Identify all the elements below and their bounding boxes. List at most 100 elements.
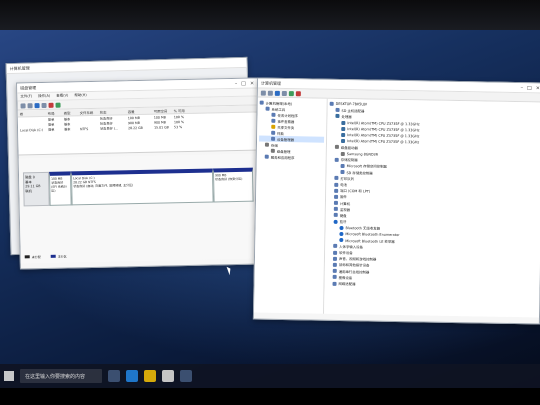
navigation-tree: 计算机管理(本地) 系统工具 任务计划程序 事件查看器 共享文件夹 性能 设备管… (254, 97, 328, 314)
close-icon[interactable]: × (250, 80, 254, 86)
properties-icon[interactable] (274, 90, 280, 96)
col-free[interactable]: 可用空间 (154, 108, 174, 113)
computer-icon (259, 100, 264, 105)
legend-primary: 主分区 (50, 254, 67, 259)
disk-legend: 未分配 主分区 (24, 254, 67, 260)
device-icon (332, 262, 337, 267)
device-icon (333, 250, 338, 255)
device-icon (335, 108, 340, 113)
col-volume[interactable]: 卷 (18, 110, 48, 116)
col-layout[interactable]: 布局 (48, 110, 64, 115)
menu-help[interactable]: 帮助(H) (74, 93, 86, 98)
device-icon (334, 182, 339, 187)
device-icon (340, 170, 345, 175)
device-icon (332, 269, 337, 274)
disk-0-label[interactable]: 磁盘 0 基本 29.11 GB 联机 (22, 171, 50, 207)
cpu-icon (340, 139, 346, 144)
edge-browser-icon[interactable] (126, 370, 138, 382)
close-icon[interactable]: × (536, 85, 540, 91)
disk-icon (340, 151, 345, 156)
cpu-icon (335, 114, 340, 119)
minimize-icon[interactable]: – (521, 85, 524, 91)
legend-swatch (50, 254, 56, 258)
computer-management-taskbar-icon[interactable] (180, 370, 192, 382)
device-icon (334, 194, 339, 199)
forward-arrow-icon[interactable] (267, 90, 273, 96)
monitor-screen: 计算机管理 磁盘管理 – □ × 文件(F) 操作(A) 查看(V) 帮助(H) (0, 0, 540, 405)
services-icon (264, 154, 269, 159)
col-filesystem[interactable]: 文件系统 (80, 109, 100, 114)
checkmark-icon[interactable] (55, 102, 61, 108)
device-icon (333, 207, 338, 212)
col-percent-free[interactable]: % 可用 (174, 107, 190, 113)
menu-file[interactable]: 文件(F) (20, 94, 32, 99)
bluetooth-icon (339, 225, 344, 230)
back-window-title: 计算机管理 (9, 65, 30, 71)
bluetooth-icon (339, 232, 344, 237)
device-icon (333, 200, 338, 206)
partition-c[interactable]: Local Disk (C:) 28.22 GB NTFS 状态良好 (启动, … (70, 168, 214, 206)
device-icon (334, 157, 339, 162)
disk-icon (334, 145, 339, 150)
delete-icon[interactable] (48, 102, 54, 108)
col-type[interactable]: 类型 (64, 110, 80, 115)
minimize-icon[interactable]: – (235, 80, 238, 86)
device-icon (332, 275, 337, 280)
col-status[interactable]: 状态 (100, 109, 128, 114)
event-icon (271, 118, 276, 123)
maximize-icon[interactable]: □ (527, 85, 532, 91)
disk-management-window[interactable]: 磁盘管理 – □ × 文件(F) 操作(A) 查看(V) 帮助(H) 卷 布局 (16, 77, 262, 270)
disk-graphical-view: 磁盘 0 基本 29.11 GB 联机 100 MB 状态良好 (EFI 系统分… (18, 153, 261, 264)
menu-action[interactable]: 操作(A) (38, 94, 50, 99)
disk-0-row: 磁盘 0 基本 29.11 GB 联机 100 MB 状态良好 (EFI 系统分… (22, 167, 254, 207)
device-manager-icon (271, 136, 276, 141)
forward-arrow-icon[interactable] (27, 102, 33, 108)
device-icon (333, 213, 338, 218)
cpu-icon (341, 133, 346, 138)
file-explorer-icon[interactable] (144, 370, 156, 382)
device-icon (334, 176, 339, 181)
col-capacity[interactable]: 容量 (128, 108, 154, 114)
volume-table: 卷 布局 类型 文件系统 状态 容量 可用空间 % 可用 简单 基本 状态良好 … (17, 105, 259, 156)
monitor-bezel (0, 0, 540, 30)
menu-view[interactable]: 查看(V) (56, 93, 68, 98)
partition-recovery[interactable]: 900 MB 状态良好 (恢复分区) (212, 167, 254, 203)
bluetooth-icon (333, 219, 338, 224)
back-window-titlebar: 计算机管理 (6, 57, 247, 75)
legend-unallocated: 未分配 (24, 255, 41, 259)
computer-management-window[interactable]: 计算机管理 – □ × 计算机管理(本地) 系统工具 任务计划程序 事件查看器 … (252, 77, 540, 325)
performance-icon (271, 130, 276, 135)
device-list: DESKTOP-7BK5UJV SD 主机适配器 处理器 Intel(R) Atom(… (324, 98, 540, 318)
back-arrow-icon[interactable] (260, 90, 266, 96)
maximize-icon[interactable]: □ (241, 80, 246, 86)
properties-icon[interactable] (34, 102, 40, 108)
windows-start-icon[interactable] (4, 371, 14, 381)
tools-icon (265, 106, 270, 111)
taskbar: 在这里输入你要搜索的内容 (0, 364, 540, 388)
computer-icon (329, 101, 334, 106)
disk-icon (270, 148, 275, 153)
task-view-icon[interactable] (108, 370, 120, 382)
partition-efi[interactable]: 100 MB 状态良好 (EFI 系统分区) (48, 171, 72, 206)
scan-hardware-icon[interactable] (288, 90, 294, 96)
bluetooth-icon (339, 238, 344, 243)
help-icon[interactable] (41, 102, 47, 108)
monitor-bezel-bottom (0, 388, 540, 405)
storage-icon (264, 142, 269, 147)
uninstall-icon[interactable] (295, 90, 301, 96)
device-icon (340, 163, 345, 169)
search-input[interactable]: 在这里输入你要搜索的内容 (20, 369, 102, 383)
legend-swatch (24, 255, 30, 259)
device-icon (332, 256, 338, 261)
store-icon[interactable] (162, 370, 174, 382)
device-icon (333, 244, 338, 249)
back-arrow-icon[interactable] (20, 102, 26, 108)
tree-item[interactable]: 服务和应用程序 (259, 154, 324, 161)
device-icon (332, 281, 337, 286)
clock-icon (271, 112, 276, 117)
cpu-icon (341, 126, 346, 131)
help-icon[interactable] (281, 90, 287, 96)
device-icon (334, 188, 339, 193)
folder-icon (271, 124, 276, 129)
cpu-icon (341, 120, 346, 125)
